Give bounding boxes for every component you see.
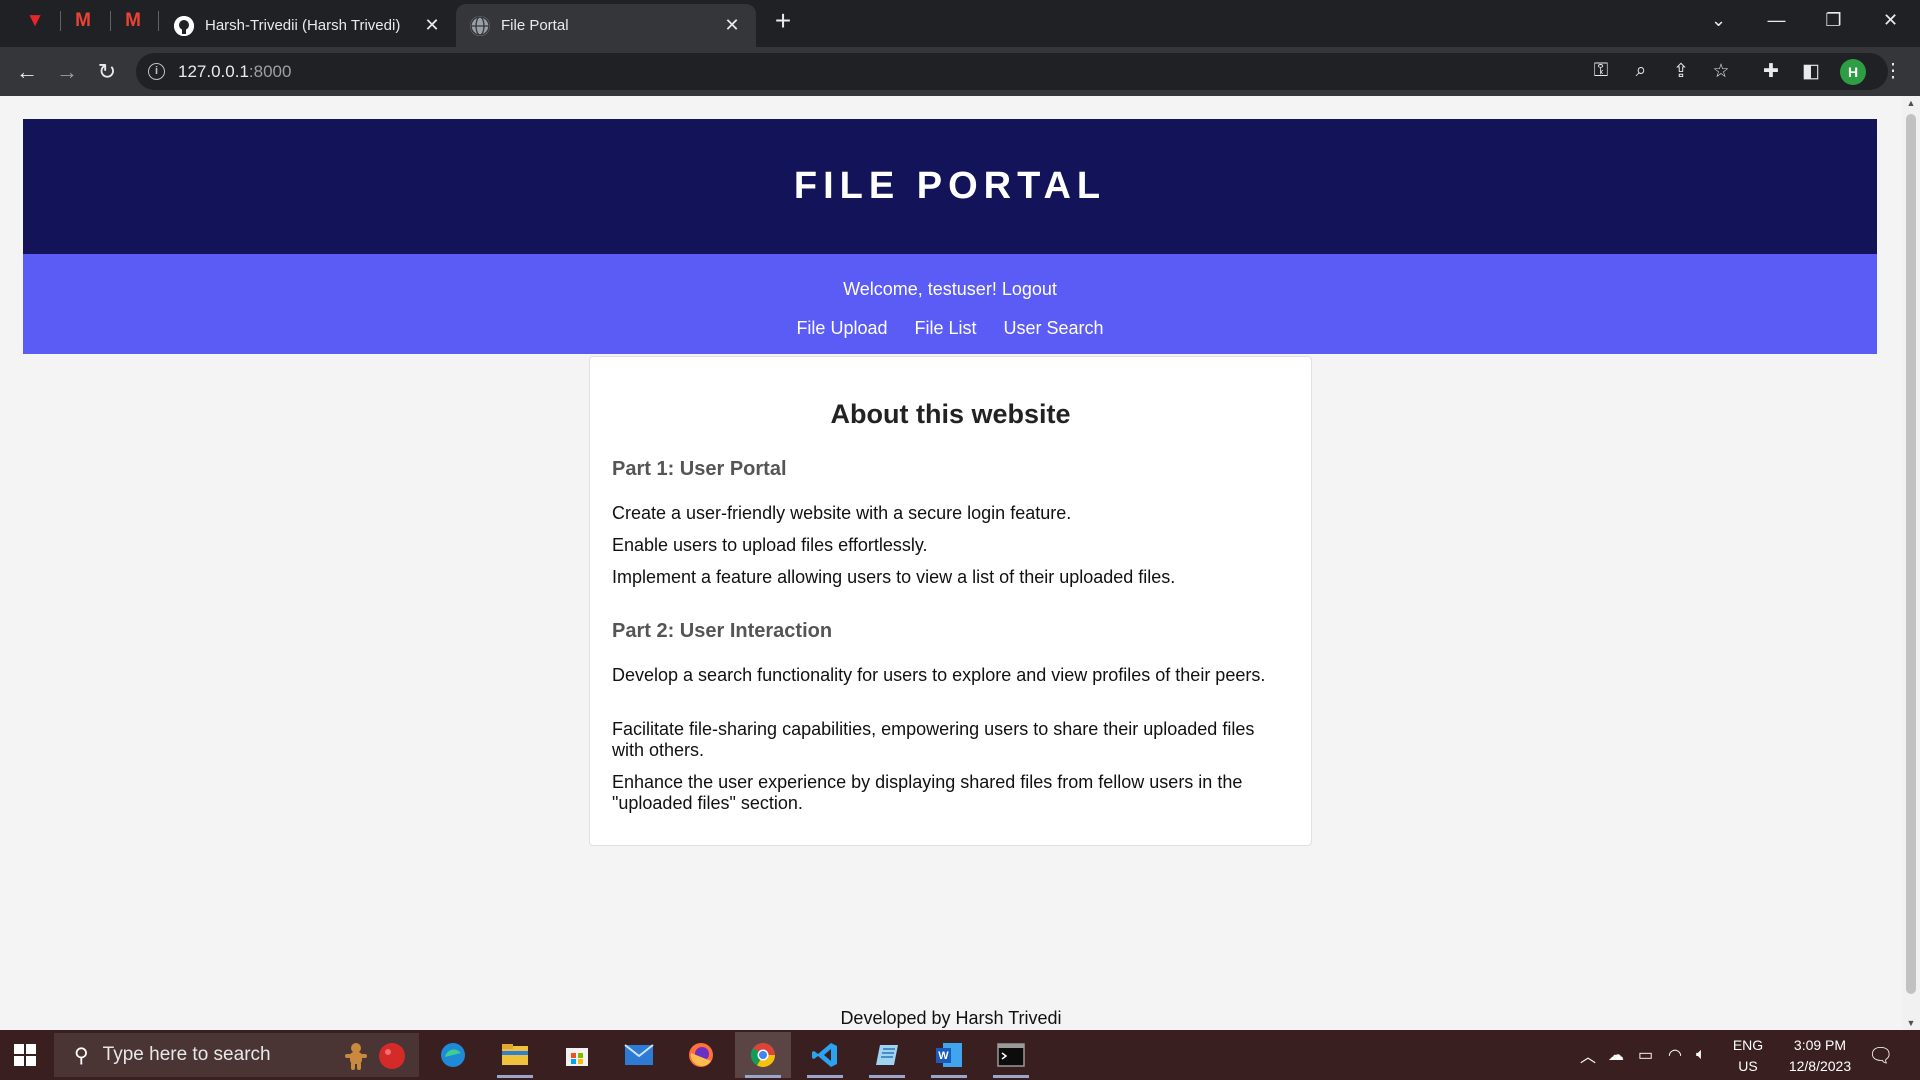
about-heading: About this website — [830, 399, 1071, 429]
running-indicator — [497, 1075, 533, 1078]
profile-avatar[interactable]: H — [1840, 59, 1866, 85]
nav-file-list[interactable]: File List — [914, 318, 976, 339]
region-code: US — [1738, 1058, 1758, 1074]
part2-item: Enhance the user experience by displayin… — [612, 772, 1243, 813]
gmail-icon[interactable]: M — [110, 6, 156, 36]
welcome-text: Welcome, testuser! — [843, 279, 997, 299]
url-host: 127.0.0.1 — [178, 62, 249, 81]
minimize-button[interactable]: — — [1748, 0, 1805, 40]
mail-icon[interactable] — [611, 1032, 667, 1078]
close-tab-icon[interactable]: ✕ — [722, 15, 742, 36]
windows-start-icon[interactable] — [14, 1044, 36, 1066]
forward-button[interactable]: → — [50, 55, 84, 89]
file-explorer-icon[interactable] — [487, 1032, 543, 1078]
about-card: About this website Part 1: User Portal C… — [589, 356, 1312, 846]
edge-icon[interactable] — [425, 1032, 481, 1078]
site-title: FILE PORTAL — [793, 165, 1107, 207]
reload-button[interactable]: ↻ — [90, 55, 124, 89]
language-code: ENG — [1732, 1037, 1764, 1053]
scroll-up-arrow[interactable]: ▲ — [1906, 98, 1916, 108]
github-icon — [174, 15, 194, 36]
close-tab-icon[interactable]: ✕ — [422, 15, 442, 36]
store-icon[interactable] — [549, 1032, 605, 1078]
address-url[interactable]: 127.0.0.1:8000 — [178, 62, 291, 82]
vivaldi-icon[interactable]: ▼ — [12, 6, 58, 36]
tab-divider — [158, 11, 159, 31]
firefox-icon[interactable] — [673, 1032, 729, 1078]
scrollbar-thumb[interactable] — [1906, 114, 1916, 994]
new-tab-button[interactable]: + — [768, 7, 798, 37]
gingerbread-icon — [345, 1043, 367, 1070]
vscode-icon[interactable] — [797, 1032, 853, 1078]
share-icon[interactable]: ⇪ — [1668, 58, 1694, 84]
volume-icon[interactable]: 🔈︎ — [1696, 1030, 1706, 1080]
restore-button[interactable]: ❐ — [1805, 0, 1862, 40]
wifi-icon[interactable]: ◠ — [1668, 1030, 1682, 1080]
nav-user-search[interactable]: User Search — [1004, 318, 1104, 339]
tab-title: Harsh-Trivedii (Harsh Trivedi) — [205, 17, 401, 34]
tab-search-icon[interactable]: ⌄ — [1690, 0, 1747, 40]
terminal-icon[interactable] — [983, 1032, 1039, 1078]
language-indicator[interactable]: ENG US — [1730, 1035, 1766, 1077]
part1-title: Part 1: User Portal — [612, 458, 787, 480]
welcome-line: Welcome, testuser! Logout — [23, 279, 1877, 300]
search-icon: ⚲ — [74, 1044, 89, 1067]
page-viewport: FILE PORTAL Welcome, testuser! Logout Fi… — [0, 96, 1902, 1030]
word-icon[interactable]: W — [921, 1032, 977, 1078]
taskbar-search-box[interactable]: ⚲ Type here to search — [54, 1033, 419, 1077]
page-scrollbar[interactable]: ▲ ▼ — [1902, 96, 1920, 1030]
nav-links: File Upload File List User Search — [23, 318, 1877, 339]
tab-file-portal[interactable]: File Portal ✕ — [456, 4, 756, 47]
show-hidden-icons[interactable]: ︿ — [1580, 1030, 1596, 1080]
extensions-icon[interactable]: ✚ — [1758, 58, 1784, 84]
url-port: :8000 — [248, 62, 292, 81]
windows-taskbar: ⚲ Type here to search W ︿ ☁ ▭ ◠ 🔈︎ ENG U… — [0, 1030, 1920, 1080]
part2-item: Facilitate file-sharing capabilities, em… — [612, 719, 1255, 760]
scroll-down-arrow[interactable]: ▼ — [1906, 1018, 1916, 1028]
gmail-icon[interactable]: M — [60, 6, 106, 36]
site-header: FILE PORTAL — [23, 119, 1877, 254]
close-window-button[interactable]: ✕ — [1862, 0, 1919, 40]
back-button[interactable]: ← — [10, 55, 44, 89]
chrome-icon[interactable] — [735, 1032, 791, 1078]
svg-text:W: W — [938, 1050, 949, 1062]
clock-date: 12/8/2023 — [1788, 1058, 1852, 1074]
site-footer: Developed by Harsh Trivedi — [840, 1008, 1062, 1028]
browser-tabstrip: ▼ M M Harsh-Trivedii (Harsh Trivedi) ✕ F… — [0, 0, 1920, 47]
battery-icon[interactable]: ▭ — [1638, 1030, 1653, 1080]
part1-item: Create a user-friendly website with a se… — [612, 503, 1072, 523]
running-indicator — [745, 1075, 781, 1078]
part2-item: Develop a search functionality for users… — [612, 665, 1266, 685]
address-bar[interactable]: i 127.0.0.1:8000 ⚿ ⌕ ⇪ ☆ — [136, 53, 1888, 90]
clock-time: 3:09 PM — [1793, 1037, 1847, 1053]
bookmark-star-icon[interactable]: ☆ — [1708, 58, 1734, 84]
tab-github[interactable]: Harsh-Trivedii (Harsh Trivedi) ✕ — [160, 4, 456, 47]
logout-link[interactable]: Logout — [1002, 279, 1057, 299]
running-indicator — [931, 1075, 967, 1078]
part1-item: Implement a feature allowing users to vi… — [612, 567, 1176, 587]
running-indicator — [807, 1075, 843, 1078]
globe-icon — [470, 15, 490, 36]
part1-item: Enable users to upload files effortlessl… — [612, 535, 928, 555]
browser-toolbar: ← → ↻ i 127.0.0.1:8000 ⚿ ⌕ ⇪ ☆ ✚ ◧ H ⋮ — [0, 47, 1920, 96]
nav-file-upload[interactable]: File Upload — [796, 318, 887, 339]
search-doodle — [341, 1041, 407, 1071]
ornament-icon — [379, 1043, 405, 1069]
zoom-icon[interactable]: ⌕ — [1628, 58, 1654, 84]
password-key-icon[interactable]: ⚿ — [1588, 58, 1614, 84]
side-panel-icon[interactable]: ◧ — [1798, 58, 1824, 84]
site-info-icon[interactable]: i — [148, 63, 165, 80]
taskbar-clock[interactable]: 3:09 PM 12/8/2023 — [1770, 1035, 1870, 1077]
notes-icon[interactable] — [859, 1032, 915, 1078]
site-nav: Welcome, testuser! Logout File Upload Fi… — [23, 254, 1877, 354]
running-indicator — [869, 1075, 905, 1078]
running-indicator — [993, 1075, 1029, 1078]
part2-title: Part 2: User Interaction — [612, 620, 833, 642]
browser-menu-icon[interactable]: ⋮ — [1880, 58, 1906, 84]
search-placeholder: Type here to search — [102, 1044, 271, 1065]
tab-title: File Portal — [501, 17, 569, 34]
onedrive-icon[interactable]: ☁ — [1608, 1030, 1624, 1080]
notifications-icon[interactable]: 🗨︎ — [1868, 1030, 1893, 1080]
